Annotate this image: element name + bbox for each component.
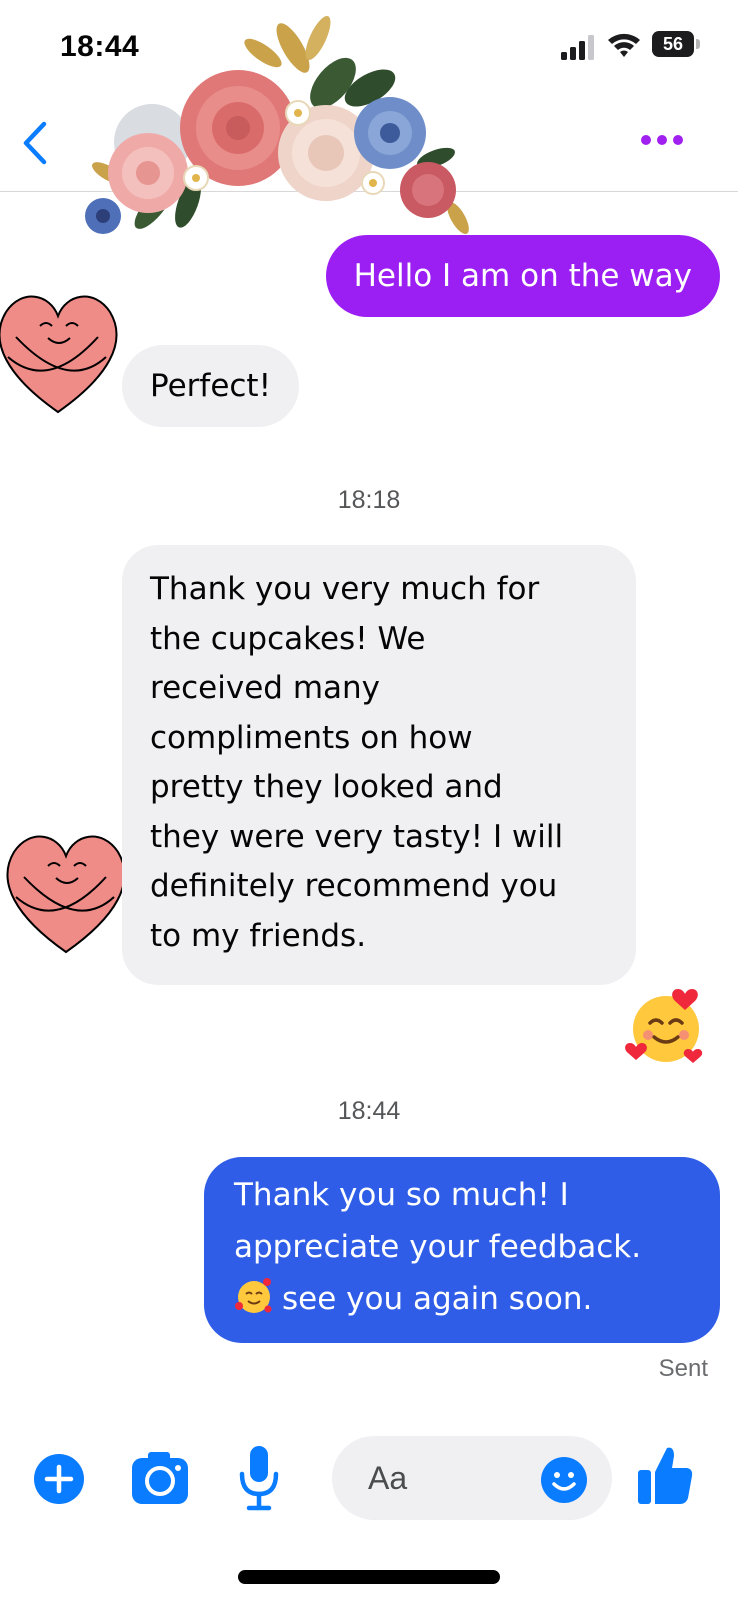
message-line: the cupcakes! We [150,620,426,657]
timestamp-divider: 18:44 [337,1097,401,1125]
thumbs-up-icon[interactable] [636,1444,694,1506]
contact-avatar[interactable] [114,104,190,180]
smiling-face-with-hearts-icon [235,1278,272,1313]
message-line: pretty they looked and [150,769,503,805]
message-input-placeholder: Aa [368,1460,408,1496]
message-line: Thank you so much! I [234,1177,569,1213]
message-line: they were very tasty! I will [150,818,564,855]
plus-icon[interactable] [32,1452,86,1506]
message-composer: Aa [0,1428,738,1538]
heart-hug-sticker-avatar [0,295,118,414]
message-line: to my friends. [150,917,367,954]
message-line: compliments on how [150,719,473,756]
incoming-message[interactable]: Perfect! [122,345,300,427]
incoming-message[interactable]: Thank you very much for the cupcakes! We… [122,545,636,985]
status-bar: 18:44 56 [0,0,738,100]
more-options-icon[interactable] [640,130,684,150]
signal-icon [561,35,594,60]
message-line-with-emoji: see you again soon. [234,1273,690,1325]
home-indicator[interactable] [238,1570,500,1584]
camera-icon[interactable] [130,1450,190,1506]
conversation-header [0,100,738,192]
smiling-face-with-hearts-reaction-icon[interactable] [624,985,708,1069]
status-time: 18:44 [60,30,140,63]
message-input[interactable]: Aa [332,1436,612,1520]
sent-status: Sent [658,1355,708,1382]
battery-level: 56 [652,31,694,57]
timestamp-divider: 18:18 [337,486,401,514]
outgoing-message[interactable]: Hello I am on the way [325,235,720,317]
message-line: Thank you very much for [150,571,540,607]
heart-hug-sticker-avatar [6,835,126,954]
wifi-icon [608,33,640,57]
emoji-icon[interactable] [540,1456,588,1504]
back-arrow-icon[interactable] [16,118,56,168]
battery-icon: 56 [652,31,700,57]
outgoing-message[interactable]: Thank you so much! I appreciate your fee… [204,1157,720,1343]
message-line: definitely recommend you [150,868,558,904]
message-line: received many [150,670,381,706]
microphone-icon[interactable] [236,1444,282,1512]
message-line: appreciate your feedback. [234,1229,642,1265]
message-line: see you again soon. [282,1281,593,1317]
